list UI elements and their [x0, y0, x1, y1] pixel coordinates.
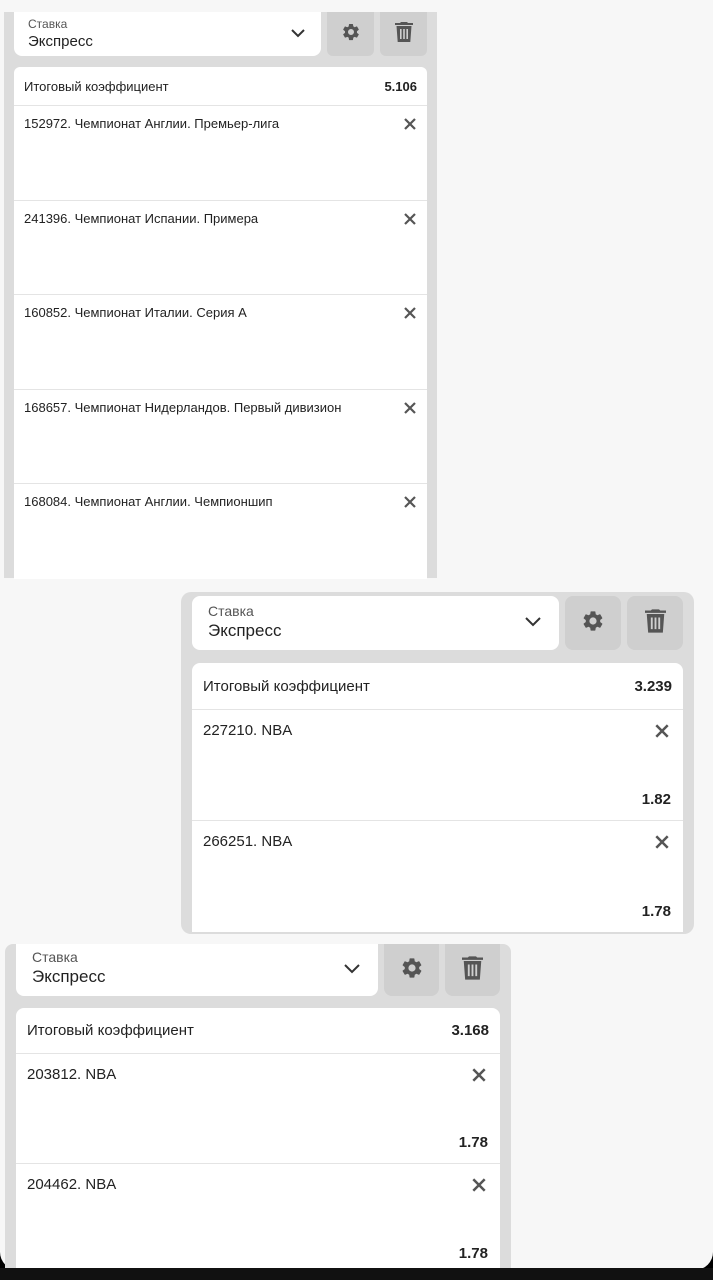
total-odds-value: 3.168	[451, 1022, 489, 1039]
trash-icon	[644, 608, 666, 638]
bet-type-value: Экспресс	[32, 967, 106, 986]
bet-slip-toolbar: Ставка Экспресс	[14, 12, 427, 56]
bet-slip-toolbar: Ставка Экспресс	[16, 944, 500, 996]
chevron-down-icon	[291, 25, 305, 43]
delete-button[interactable]	[445, 944, 500, 996]
settings-button[interactable]	[384, 944, 439, 996]
bet-type-label: Ставка	[208, 603, 254, 619]
close-icon	[404, 307, 416, 319]
device-bottom-edge	[0, 1268, 713, 1280]
list-item: 227210. NBA 1.82	[192, 710, 683, 821]
bet-slip-card: Итоговый коэффициент 3.239 227210. NBA 1…	[192, 663, 683, 932]
trash-icon	[394, 21, 413, 47]
total-odds-label: Итоговый коэффициент	[27, 1022, 194, 1039]
remove-item-button[interactable]	[469, 1065, 489, 1085]
event-title: 204462. NBA	[27, 1176, 117, 1193]
event-title: 241396. Чемпионат Испании. Примера	[24, 210, 259, 226]
list-item: 241396. Чемпионат Испании. Примера	[14, 201, 427, 295]
close-icon	[472, 1068, 486, 1082]
event-title: 160852. Чемпионат Италии. Серия А	[24, 305, 247, 320]
list-item: 160852. Чемпионат Италии. Серия А	[14, 295, 427, 390]
list-item: 168084. Чемпионат Англии. Чемпионшип	[14, 484, 427, 579]
close-icon	[404, 496, 416, 508]
event-title: 203812. NBA	[27, 1066, 117, 1083]
total-odds-row: Итоговый коэффициент 3.168	[16, 1008, 500, 1054]
close-icon	[404, 212, 416, 225]
remove-item-button[interactable]	[401, 210, 419, 228]
chevron-down-icon	[525, 614, 541, 632]
remove-item-button[interactable]	[401, 493, 419, 511]
list-item: 266251. NBA 1.78	[192, 821, 683, 932]
gear-icon	[581, 609, 605, 638]
remove-item-button[interactable]	[401, 399, 419, 417]
total-odds-label: Итоговый коэффициент	[24, 78, 169, 94]
total-odds-label: Итоговый коэффициент	[203, 677, 370, 695]
chevron-down-icon	[344, 961, 360, 979]
bet-type-select[interactable]: Ставка Экспресс	[14, 12, 321, 56]
bet-type-value: Экспресс	[208, 621, 282, 640]
remove-item-button[interactable]	[401, 115, 419, 133]
total-odds-value: 5.106	[384, 78, 417, 94]
close-icon	[655, 724, 669, 738]
event-title: 227210. NBA	[203, 722, 293, 739]
close-icon	[404, 118, 416, 130]
event-title: 168084. Чемпионат Англии. Чемпионшип	[24, 494, 273, 509]
settings-button[interactable]	[565, 596, 621, 650]
list-item: 203812. NBA 1.78	[16, 1054, 500, 1164]
item-odds: 1.78	[641, 903, 671, 920]
list-item: 204462. NBA 1.78	[16, 1164, 500, 1274]
item-odds: 1.78	[458, 1134, 488, 1151]
remove-item-button[interactable]	[652, 721, 672, 741]
event-title: 168657. Чемпионат Нидерландов. Первый ди…	[24, 399, 342, 415]
remove-item-button[interactable]	[401, 304, 419, 322]
bet-slip-panel-2: Ставка Экспресс Итоговый коэффициент 3.2…	[181, 592, 694, 934]
list-item: 152972. Чемпионат Англии. Премьер-лига	[14, 106, 427, 201]
bet-type-label: Ставка	[28, 17, 68, 31]
list-item: 168657. Чемпионат Нидерландов. Первый ди…	[14, 390, 427, 484]
close-icon	[655, 835, 669, 849]
total-odds-row: Итоговый коэффициент 3.239	[192, 663, 683, 710]
bet-slip-card: Итоговый коэффициент 3.168 203812. NBA 1…	[16, 1008, 500, 1274]
total-odds-row: Итоговый коэффициент 5.106	[14, 67, 427, 106]
trash-icon	[462, 955, 483, 985]
event-title: 152972. Чемпионат Англии. Премьер-лига	[24, 116, 280, 131]
bet-slip-panel-1: Ставка Экспресс Итоговый коэффициент 5.1…	[4, 12, 437, 579]
bet-type-value: Экспресс	[28, 33, 93, 50]
remove-item-button[interactable]	[652, 832, 672, 852]
close-icon	[404, 401, 416, 414]
item-odds: 1.82	[641, 791, 671, 808]
bet-type-label: Ставка	[32, 949, 78, 965]
bet-type-select[interactable]: Ставка Экспресс	[16, 944, 378, 996]
total-odds-value: 3.239	[634, 677, 672, 695]
bet-slip-card: Итоговый коэффициент 5.106 152972. Чемпи…	[14, 67, 427, 579]
item-odds: 1.78	[458, 1245, 488, 1262]
delete-button[interactable]	[380, 12, 427, 56]
close-icon	[472, 1178, 486, 1192]
bet-slip-toolbar: Ставка Экспресс	[192, 596, 683, 650]
event-title: 266251. NBA	[203, 833, 293, 850]
settings-button[interactable]	[327, 12, 374, 56]
gear-icon	[400, 956, 424, 985]
bet-type-select[interactable]: Ставка Экспресс	[192, 596, 559, 650]
bet-slip-panel-3: Ставка Экспресс Итоговый коэффициент 3.1…	[5, 944, 511, 1274]
remove-item-button[interactable]	[469, 1175, 489, 1195]
gear-icon	[341, 22, 361, 47]
delete-button[interactable]	[627, 596, 683, 650]
